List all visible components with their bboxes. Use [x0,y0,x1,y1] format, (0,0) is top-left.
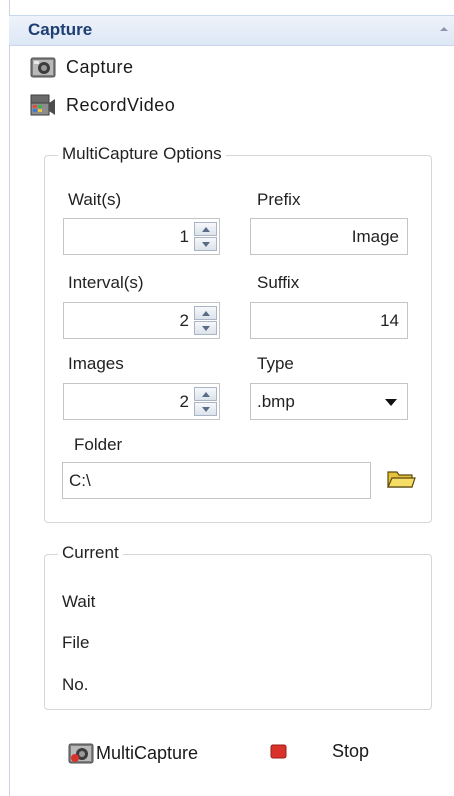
images-value: 2 [179,391,189,411]
images-stepper[interactable]: 2 [63,383,220,420]
spin-up-icon[interactable] [194,222,217,236]
interval-label: Interval(s) [68,273,144,292]
current-group [44,554,432,710]
multicapture-button[interactable]: MultiCapture [68,741,198,765]
prefix-value: Image [351,226,399,246]
prefix-input[interactable]: Image [250,218,408,255]
multicapture-options-legend: MultiCapture Options [58,144,226,164]
capture-button[interactable]: Capture [30,53,134,81]
chevron-down-icon [385,399,397,406]
current-file-label: File [62,633,90,652]
interval-stepper[interactable]: 2 [63,302,220,339]
multicapture-camera-icon [68,743,94,764]
stop-label: Stop [332,741,370,761]
images-label: Images [68,354,124,373]
wait-value: 1 [179,226,189,246]
capture-label: Capture [66,56,134,77]
record-video-label: RecordVideo [66,94,176,115]
spin-down-icon[interactable] [194,321,217,335]
spin-up-icon[interactable] [194,387,217,401]
record-video-button[interactable]: RecordVideo [30,91,175,119]
interval-spinner [194,306,217,335]
collapse-arrow-icon[interactable] [439,24,449,34]
folder-label: Folder [74,435,123,454]
suffix-input[interactable]: 14 [250,302,408,339]
type-value: .bmp [257,391,295,411]
type-select[interactable]: .bmp [250,383,408,420]
interval-value: 2 [179,310,189,330]
multicapture-label: MultiCapture [96,742,199,763]
prefix-label: Prefix [257,190,301,209]
current-no-label: No. [62,675,89,694]
wait-spinner [194,222,217,251]
wait-label: Wait(s) [68,190,122,209]
suffix-value: 14 [380,310,399,330]
stop-icon [270,744,287,758]
folder-value: C:\ [69,470,91,490]
video-camera-icon [30,94,55,116]
stop-button[interactable]: Stop [270,741,369,762]
folder-input[interactable]: C:\ [62,462,371,499]
panel-header[interactable]: Capture [9,15,454,46]
spin-down-icon[interactable] [194,237,217,251]
current-wait-label: Wait [62,592,96,611]
images-spinner [194,387,217,416]
suffix-label: Suffix [257,273,300,292]
type-label: Type [257,354,294,373]
spin-down-icon[interactable] [194,402,217,416]
current-legend: Current [58,543,123,563]
spin-up-icon[interactable] [194,306,217,320]
camera-icon [30,57,56,78]
folder-browse-icon[interactable] [386,467,416,491]
panel-title: Capture [28,20,93,39]
wait-stepper[interactable]: 1 [63,218,220,255]
